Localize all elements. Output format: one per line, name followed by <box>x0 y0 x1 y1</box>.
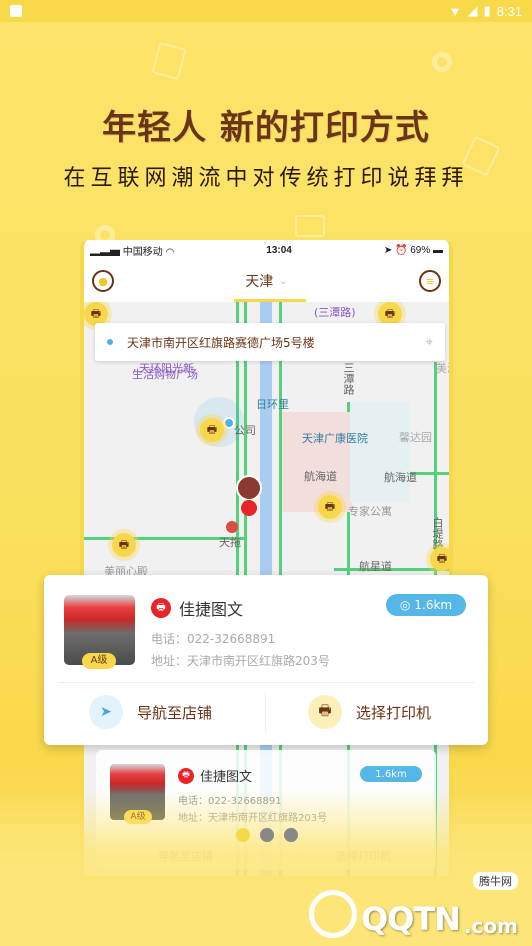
carrier: 中国移动 <box>122 246 163 258</box>
printer-store-icon: 🖶 <box>178 767 194 784</box>
wifi-icon: ◠ <box>165 246 175 258</box>
distance-value: 1.6km <box>414 598 453 612</box>
address-search-bar[interactable]: 天津市南开区红旗路赛德广场5号楼 ⌖ <box>95 323 445 361</box>
map-label: (三潭路) <box>314 306 356 319</box>
location-icon: ➤ ⏰ <box>383 244 411 256</box>
printer-pin-icon[interactable]: 🖶 <box>112 533 136 557</box>
page-dot[interactable] <box>260 828 274 842</box>
user-profile-icon[interactable]: ● <box>92 270 114 292</box>
wifi-icon: ▼ <box>448 3 462 19</box>
metro-icon <box>226 521 238 533</box>
map-label: 航海道 <box>304 470 337 483</box>
battery-icon: ▬ <box>433 244 443 256</box>
watermark-tag: 腾牛网 <box>473 872 518 890</box>
location-dot-icon <box>107 339 113 345</box>
navigate-label: 导航至店铺 <box>137 703 213 722</box>
store-address: 地址：天津市南开区红旗路203号 <box>151 654 330 668</box>
circle-deco-icon <box>432 52 452 72</box>
select-printer-label: 选择打印机 <box>356 703 432 722</box>
map-label: 专家公寓 <box>348 505 392 518</box>
notification-icon <box>10 5 22 17</box>
locate-target-icon[interactable]: ⌖ <box>426 335 433 350</box>
map-label: 三潭路 <box>342 362 355 395</box>
map-label: 天津广康医院 <box>302 432 368 445</box>
printer-store-icon: 🖶 <box>151 598 171 618</box>
page-indicator <box>236 828 298 842</box>
app-bar: ● 天津 ⌄ ≡ <box>84 260 449 302</box>
watermark-text: QQTN <box>360 900 461 938</box>
page-dot[interactable] <box>284 828 298 842</box>
printer-pin-icon[interactable]: 🖶 <box>318 495 342 519</box>
map-label: 航星道 <box>359 560 392 573</box>
map-label: 白堤路 <box>431 517 444 550</box>
distance-badge: 1.6km <box>360 766 422 782</box>
map-label: 美滋 <box>436 362 449 375</box>
city-selector[interactable]: 天津 ⌄ <box>245 271 287 291</box>
map-label: 生活购物广场 <box>132 368 198 381</box>
ios-status-bar: ▂▃▅ 中国移动 ◠ 13:04 ➤ ⏰ 69% ▬ <box>84 240 449 260</box>
signal-icon: ◢ <box>467 3 478 18</box>
store-phone[interactable]: 电话：022-32668891 <box>151 630 275 647</box>
map-label: 日环里 <box>256 398 289 411</box>
printer-pin-icon[interactable]: 🖶 <box>200 418 224 442</box>
select-printer-button[interactable]: 🖶 选择打印机 <box>308 695 431 729</box>
divider <box>58 682 474 683</box>
order-list-icon[interactable]: ≡ <box>418 270 441 292</box>
store-card[interactable]: A级 🖶 佳捷图文 ◎ 1.6km 电话：022-32668891 地址：天津市… <box>44 575 488 745</box>
promo-headline: 年轻人 新的打印方式 <box>102 108 430 148</box>
printer-pin-icon[interactable]: 🖶 <box>430 547 449 571</box>
block <box>282 412 352 512</box>
watermark-logo-icon <box>308 890 357 938</box>
printer-deco-icon <box>295 215 325 237</box>
status-time: 8:31 <box>496 3 522 19</box>
watermark-suffix: .com <box>463 914 518 938</box>
map-label: 航海道 <box>384 471 417 484</box>
map-label: 公司 <box>234 424 256 437</box>
map-label: 天拖 <box>219 536 241 549</box>
battery-icon: ▮ <box>483 3 491 18</box>
store-marker-icon <box>241 500 257 516</box>
selected-store-pin[interactable] <box>236 475 262 501</box>
watermark: QQTN .com 腾牛网 <box>308 872 518 938</box>
navigation-arrow-icon: ➤ <box>89 695 123 729</box>
printer-icon: 🖶 <box>308 695 342 729</box>
location-pin-icon: ◎ <box>399 598 411 612</box>
signal-icon: ▂▃▅ <box>90 246 123 258</box>
ios-time: 13:04 <box>266 244 292 256</box>
park-block <box>350 402 410 502</box>
android-status-bar: ▼ ◢ ▮ 8:31 <box>0 0 532 22</box>
chevron-down-icon: ⌄ <box>279 275 288 287</box>
navigate-to-store-button[interactable]: ➤ 导航至店铺 <box>89 695 212 729</box>
store-name: 佳捷图文 <box>200 770 253 785</box>
city-name: 天津 <box>245 274 274 290</box>
divider <box>265 693 266 733</box>
distance-badge: ◎ 1.6km <box>386 594 466 616</box>
page-dot-active[interactable] <box>236 828 250 842</box>
battery-percent: 69% <box>410 244 431 256</box>
store-name: 佳捷图文 <box>179 600 244 619</box>
promo-subline: 在互联网潮流中对传统打印说拜拜 <box>63 166 469 191</box>
grade-badge: A级 <box>82 653 116 669</box>
map-label: 馨达园 <box>399 431 432 444</box>
current-address: 天津市南开区红旗路赛德广场5号楼 <box>127 335 315 350</box>
